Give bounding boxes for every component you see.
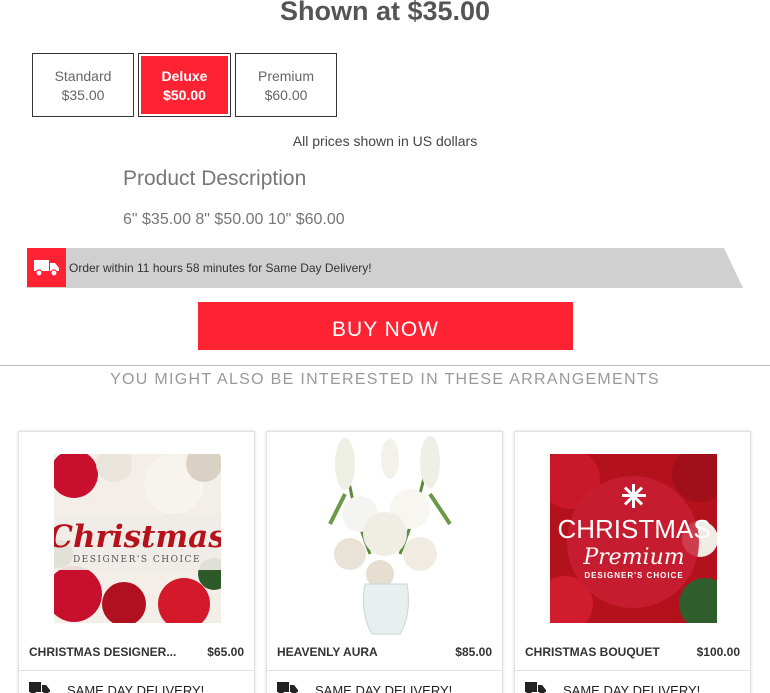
shown-at-price: Shown at $35.00	[279, 0, 491, 26]
size-option-label: Premium	[257, 68, 314, 84]
delivery-countdown-bar: Order within 11 hours 58 minutes for Sam…	[27, 248, 743, 288]
arrangement-price: $100.00	[696, 645, 740, 659]
arrangement-name[interactable]: CHRISTMAS BOUQUET	[525, 645, 660, 659]
arrangement-image[interactable]: CHRISTMAS Premium DESIGNER'S CHOICE	[550, 454, 717, 623]
size-option-label: Deluxe	[161, 68, 208, 84]
size-option-price: $60.00	[264, 87, 308, 103]
arrangement-price: $65.00	[207, 645, 244, 659]
truck-icon	[29, 682, 50, 693]
section-divider	[0, 365, 770, 366]
image-caption: DESIGNER'S CHOICE	[584, 571, 683, 580]
image-title: Christmas	[54, 519, 221, 555]
same-day-delivery-label: SAME DAY DELIVERY!	[67, 683, 205, 693]
delivery-countdown-text: Order within 11 hours 58 minutes for Sam…	[69, 261, 372, 275]
card-divider	[515, 670, 750, 671]
size-option-price: $35.00	[61, 87, 105, 103]
size-option-deluxe[interactable]: Deluxe $50.00	[138, 53, 231, 117]
size-option-label: Standard	[54, 68, 112, 84]
image-subtitle: Premium	[582, 545, 684, 570]
image-subtitle: DESIGNER'S CHOICE	[73, 555, 201, 565]
arrangement-name[interactable]: CHRISTMAS DESIGNER...	[29, 645, 176, 659]
arrangement-image[interactable]: Christmas DESIGNER'S CHOICE	[54, 454, 221, 623]
currency-note: All prices shown in US dollars	[292, 133, 478, 149]
same-day-delivery-label: SAME DAY DELIVERY!	[563, 683, 701, 693]
product-description-text: 6" $35.00 8" $50.00 10" $60.00	[123, 211, 345, 228]
truck-icon	[27, 248, 66, 287]
size-option-premium[interactable]: Premium $60.00	[235, 53, 337, 117]
card-divider	[267, 670, 502, 671]
related-arrangements-heading: YOU MIGHT ALSO BE INTERESTED IN THESE AR…	[110, 371, 660, 388]
image-title: CHRISTMAS	[557, 514, 710, 544]
arrangement-card-christmas-designer[interactable]: Christmas DESIGNER'S CHOICE CHRISTMAS DE…	[18, 431, 255, 693]
arrangement-card-heavenly-aura[interactable]: HEAVENLY AURA $85.00 SAME DAY DELIVERY!	[266, 431, 503, 693]
truck-icon	[277, 682, 298, 693]
card-divider	[19, 670, 254, 671]
size-option-price: $50.00	[163, 87, 206, 103]
buy-now-button[interactable]: BUY NOW	[198, 302, 573, 350]
product-description-title: Product Description	[123, 167, 307, 190]
arrangement-image[interactable]	[300, 434, 472, 639]
size-option-standard[interactable]: Standard $35.00	[32, 53, 134, 117]
same-day-delivery-label: SAME DAY DELIVERY!	[315, 683, 453, 693]
arrangement-name[interactable]: HEAVENLY AURA	[277, 645, 378, 659]
arrangement-price: $85.00	[455, 645, 492, 659]
truck-icon	[525, 682, 546, 693]
arrangement-card-christmas-bouquet[interactable]: CHRISTMAS Premium DESIGNER'S CHOICE CHRI…	[514, 431, 751, 693]
